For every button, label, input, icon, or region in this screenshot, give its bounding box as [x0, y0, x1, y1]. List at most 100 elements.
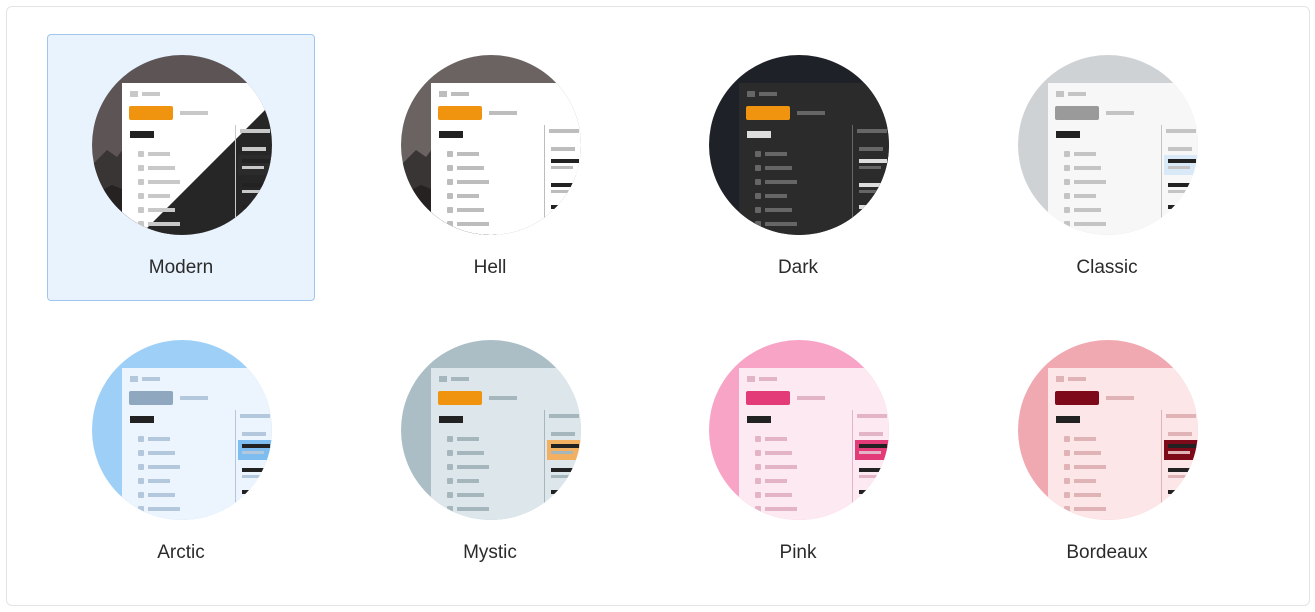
- theme-label-bordeaux: Bordeaux: [1066, 542, 1148, 563]
- message-title: [1168, 205, 1188, 209]
- folder-label: [457, 208, 484, 212]
- theme-preview-classic: [1018, 55, 1198, 235]
- folder-label: [765, 507, 797, 511]
- mail-heading: [1056, 416, 1080, 423]
- theme-picker-panel: Modern Hell Dark Classic Arctic Mystic P…: [6, 6, 1310, 606]
- message-title: [859, 490, 879, 494]
- message-title: [1168, 490, 1188, 494]
- folder-icon: [755, 436, 761, 442]
- message-title: [551, 468, 575, 472]
- theme-label-classic: Classic: [1076, 257, 1138, 278]
- theme-label-modern: Modern: [148, 257, 214, 278]
- folder-label: [765, 166, 792, 170]
- message-title: [1168, 468, 1192, 472]
- menu-label: [1068, 377, 1086, 381]
- folder-icon: [447, 193, 453, 199]
- message-title: [859, 444, 887, 448]
- theme-preview-dark: [709, 55, 889, 235]
- folder-icon: [447, 207, 453, 213]
- refresh-button: [489, 111, 517, 115]
- folder-icon: [755, 464, 761, 470]
- folder-icon: [447, 506, 453, 512]
- message-preview: [551, 166, 573, 169]
- pane-divider: [544, 125, 545, 235]
- menu-icon: [747, 91, 755, 97]
- folder-icon: [138, 492, 144, 498]
- folder-icon: [1064, 506, 1070, 512]
- folder-icon: [138, 506, 144, 512]
- new-button: [746, 106, 790, 120]
- theme-tile-classic[interactable]: Classic: [973, 34, 1241, 301]
- theme-tile-hell[interactable]: Hell: [356, 34, 624, 301]
- folder-icon: [755, 151, 761, 157]
- message-title: [551, 183, 575, 187]
- theme-tile-arctic[interactable]: Arctic: [47, 319, 315, 586]
- today-label: [242, 147, 266, 151]
- message-preview: [859, 190, 877, 193]
- new-button: [129, 391, 173, 405]
- menu-icon: [747, 376, 755, 382]
- mail-heading: [1056, 131, 1080, 138]
- folder-label: [457, 194, 479, 198]
- theme-tile-dark[interactable]: Dark: [664, 34, 932, 301]
- folder-icon: [138, 193, 144, 199]
- theme-tile-pink[interactable]: Pink: [664, 319, 932, 586]
- sorted-label: [240, 129, 270, 133]
- message-preview: [242, 475, 260, 478]
- message-title: [242, 159, 270, 163]
- folder-label: [1074, 493, 1101, 497]
- message-preview: [551, 190, 569, 193]
- refresh-button: [797, 111, 825, 115]
- folder-label: [457, 152, 479, 156]
- preview-graphic: [401, 340, 581, 520]
- message-title: [859, 159, 887, 163]
- selected-message: [238, 440, 272, 460]
- folder-icon: [755, 478, 761, 484]
- pane-divider: [544, 410, 545, 520]
- message-title: [242, 444, 270, 448]
- message-preview: [242, 451, 264, 454]
- theme-preview-bordeaux: [1018, 340, 1198, 520]
- mail-heading: [130, 416, 154, 423]
- folder-label: [457, 180, 489, 184]
- theme-tile-mystic[interactable]: Mystic: [356, 319, 624, 586]
- refresh-button: [1106, 396, 1134, 400]
- theme-preview-arctic: [92, 340, 272, 520]
- folder-label: [1074, 208, 1101, 212]
- theme-tile-modern[interactable]: Modern: [47, 34, 315, 301]
- message-title: [551, 159, 579, 163]
- sorted-label: [240, 414, 270, 418]
- menu-label: [759, 92, 777, 96]
- folder-label: [1074, 166, 1101, 170]
- folder-label: [148, 180, 180, 184]
- selected-message: [1164, 440, 1198, 460]
- preview-graphic: [1018, 55, 1198, 235]
- sorted-label: [549, 414, 579, 418]
- folder-label: [148, 208, 175, 212]
- mail-heading: [747, 131, 771, 138]
- folder-icon: [447, 179, 453, 185]
- folder-label: [457, 451, 484, 455]
- refresh-button: [797, 396, 825, 400]
- new-button: [1055, 106, 1099, 120]
- message-title: [1168, 159, 1196, 163]
- folder-label: [457, 493, 484, 497]
- folder-label: [765, 479, 787, 483]
- theme-preview-pink: [709, 340, 889, 520]
- folder-icon: [1064, 436, 1070, 442]
- refresh-button: [180, 111, 208, 115]
- theme-tile-bordeaux[interactable]: Bordeaux: [973, 319, 1241, 586]
- folder-label: [765, 222, 797, 226]
- folder-label: [765, 152, 787, 156]
- selected-message: [238, 155, 272, 175]
- pane-divider: [1161, 125, 1162, 235]
- folder-label: [1074, 479, 1096, 483]
- folder-label: [148, 465, 180, 469]
- folder-label: [765, 180, 797, 184]
- refresh-button: [1106, 111, 1134, 115]
- selected-message: [855, 440, 889, 460]
- sorted-label: [857, 129, 887, 133]
- folder-icon: [1064, 207, 1070, 213]
- preview-graphic: [401, 55, 581, 235]
- folder-icon: [447, 151, 453, 157]
